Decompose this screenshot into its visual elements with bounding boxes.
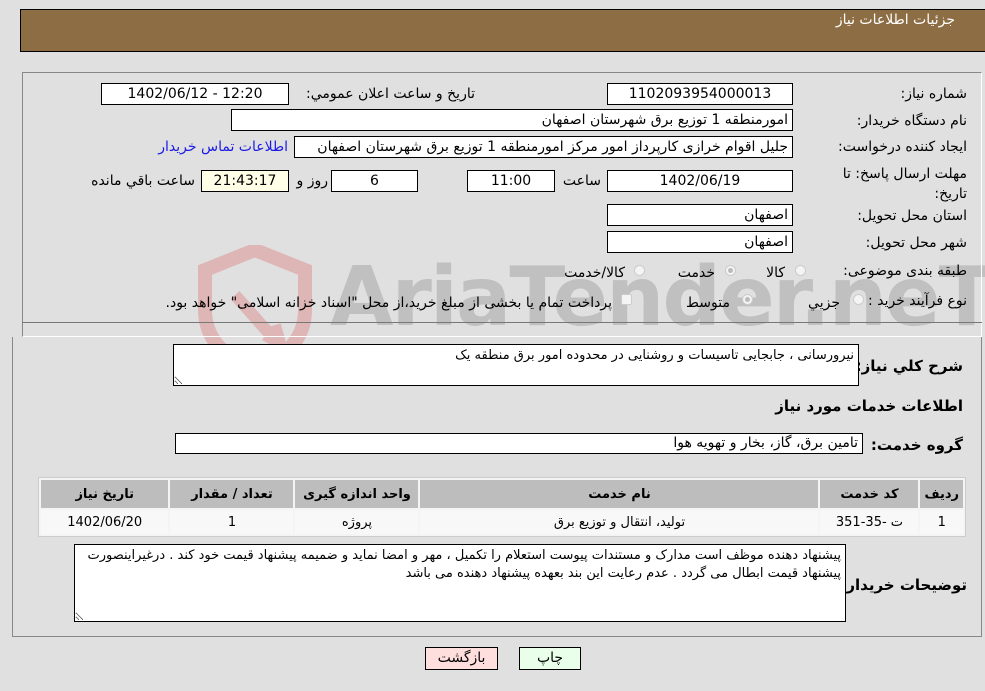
summary-label: شرح كلي نياز: <box>855 357 963 375</box>
services-table: ردیف کد خدمت نام خدمت واحد اندازه گیری ت… <box>38 477 966 537</box>
col-header-row-number: ردیف <box>920 480 963 508</box>
col-header-service-name: نام خدمت <box>420 480 819 508</box>
service-group-label: گروه خدمت: <box>870 436 963 454</box>
category-option-service: خدمت <box>677 265 715 281</box>
treasury-note: پرداخت تمام یا بخشی از مبلغ خرید،از محل … <box>165 295 612 311</box>
purchase-option-medium: متوسط <box>686 295 730 311</box>
purchase-option-minor: جزيي <box>808 295 840 311</box>
col-header-quantity: تعداد / مقدار <box>170 480 294 508</box>
deadline-time-label: ساعت <box>562 173 601 189</box>
section-divider <box>22 322 982 323</box>
time-remaining-field: 21:43:17 <box>201 170 289 192</box>
cell-service-name: تولید، انتقال و توزیع برق <box>420 510 819 534</box>
province-label: استان محل تحویل: <box>857 208 967 224</box>
time-remaining-label: ساعت باقي مانده <box>91 173 195 189</box>
cell-service-code: ت -35-351 <box>820 510 919 534</box>
treasury-checkbox[interactable] <box>621 294 632 305</box>
purchase-radio-minor[interactable] <box>853 294 864 305</box>
col-header-unit: واحد اندازه گیری <box>295 480 419 508</box>
table-header-row: ردیف کد خدمت نام خدمت واحد اندازه گیری ت… <box>41 480 963 508</box>
category-radio-goods[interactable] <box>795 265 806 276</box>
buyer-org-field[interactable]: امورمنطقه 1 توزیع برق شهرستان اصفهان <box>231 109 793 131</box>
services-section-title: اطلاعات خدمات مورد نیاز <box>775 397 963 415</box>
page-title: جزئیات اطلاعات نیاز <box>835 12 955 28</box>
city-field[interactable]: اصفهان <box>607 231 793 253</box>
need-number-field[interactable]: 1102093954000013 <box>607 83 793 105</box>
category-radio-goods-service[interactable] <box>634 265 645 276</box>
cell-quantity: 1 <box>170 510 294 534</box>
buyer-org-label: نام دستگاه خریدار: <box>856 113 967 129</box>
buyer-contact-link[interactable]: اطلاعات تماس خریدار <box>158 139 288 155</box>
cell-need-date: 1402/06/20 <box>41 510 169 534</box>
need-number-label: شماره نیاز: <box>900 86 968 102</box>
announce-datetime-label: تاریخ و ساعت اعلان عمومي: <box>306 86 475 102</box>
requester-field[interactable]: جلیل اقوام خرازی کارپرداز امور مرکز امور… <box>294 136 793 158</box>
purchase-type-label: نوع فرآیند خرید : <box>868 293 967 309</box>
category-option-goods: کالا <box>766 265 785 281</box>
cell-row-number: 1 <box>920 510 963 534</box>
col-header-service-code: کد خدمت <box>820 480 919 508</box>
cell-unit: پروژه <box>295 510 419 534</box>
buyer-notes-textarea[interactable]: پیشنهاد دهنده موظف است مدارک و مستندات پ… <box>74 544 846 622</box>
deadline-label: مهلت ارسال پاسخ: تا تاریخ: <box>842 166 967 202</box>
buyer-notes-label: توضیحات خریدار: <box>840 576 967 594</box>
category-radio-service[interactable] <box>725 265 736 276</box>
days-label: روز و <box>296 173 329 189</box>
table-row: 1 ت -35-351 تولید، انتقال و توزیع برق پر… <box>41 510 963 534</box>
days-remaining-field[interactable]: 6 <box>331 170 418 192</box>
deadline-time-field[interactable]: 11:00 <box>467 170 555 192</box>
category-option-goods-service: کالا/خدمت <box>564 265 625 281</box>
purchase-radio-medium[interactable] <box>742 294 753 305</box>
back-button[interactable]: بازگشت <box>425 647 498 670</box>
service-group-field[interactable]: تامین برق، گاز، بخار و تهویه هوا <box>175 433 863 454</box>
print-button[interactable]: چاپ <box>519 647 581 670</box>
category-label: طبقه بندی موضوعی: <box>843 263 967 279</box>
province-field[interactable]: اصفهان <box>607 204 793 226</box>
requester-label: ایجاد کننده درخواست: <box>838 139 967 155</box>
city-label: شهر محل تحویل: <box>865 235 967 251</box>
col-header-need-date: تاریخ نیاز <box>41 480 169 508</box>
summary-textarea[interactable]: نیرورسانی ، جابجایی تاسیسات و روشنایی در… <box>173 344 859 386</box>
announce-datetime-field[interactable]: 1402/06/12 - 12:20 <box>101 83 289 105</box>
deadline-date-field[interactable]: 1402/06/19 <box>607 170 793 192</box>
